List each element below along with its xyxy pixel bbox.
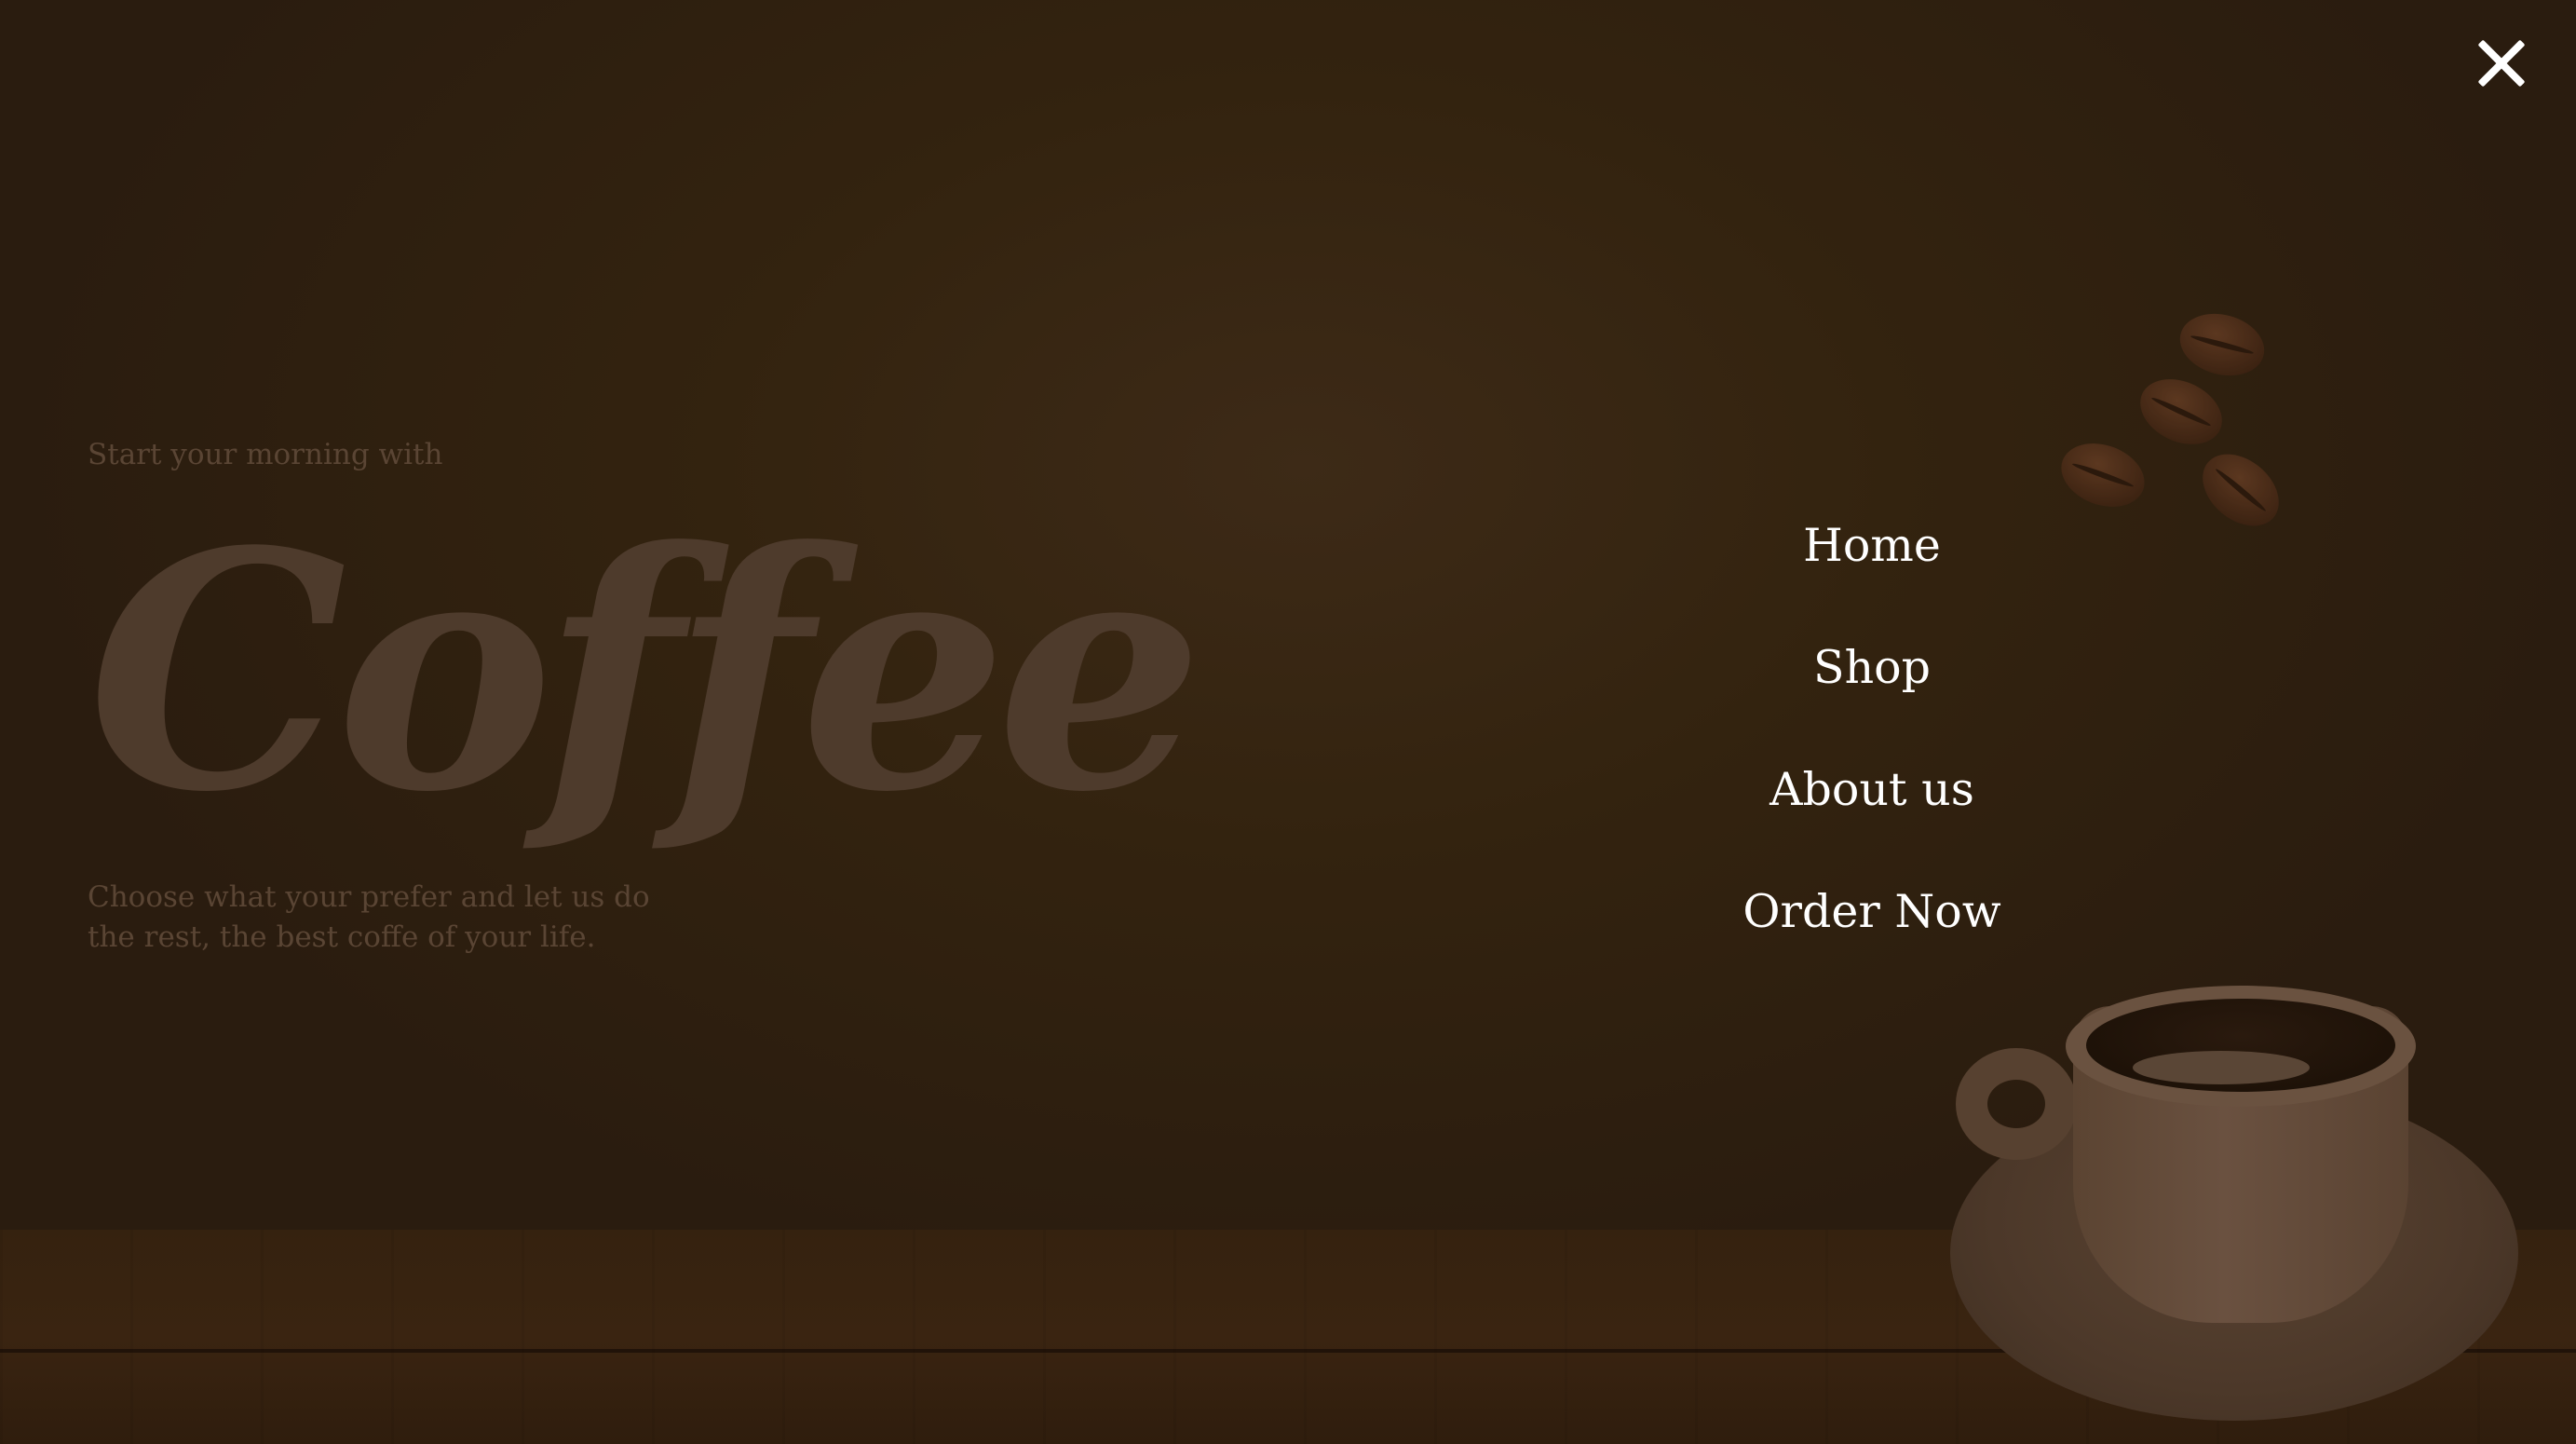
nav-item-home[interactable]: Home <box>1583 494 2161 616</box>
close-icon[interactable] <box>2475 37 2528 89</box>
cup-handle-image <box>1956 1048 2077 1160</box>
nav-item-shop[interactable]: Shop <box>1583 616 2161 738</box>
coffee-bean-image <box>2129 366 2233 457</box>
hero-title: Coffee <box>88 480 1204 864</box>
hero-description: Choose what your prefer and let us do th… <box>88 880 650 954</box>
cup-foam <box>2133 1051 2310 1084</box>
menu-overlay-page: Start your morning with Coffee Choose wh… <box>0 0 2576 1444</box>
hero-section: Start your morning with Coffee Choose wh… <box>88 438 1204 958</box>
nav-item-order-now[interactable]: Order Now <box>1583 860 2161 982</box>
coffee-bean-image <box>2173 305 2271 385</box>
hero-kicker: Start your morning with <box>88 438 443 471</box>
overlay-nav-menu: Home Shop About us Order Now <box>1583 494 2161 982</box>
coffee-bean-image <box>2189 439 2293 541</box>
nav-item-about-us[interactable]: About us <box>1583 738 2161 860</box>
